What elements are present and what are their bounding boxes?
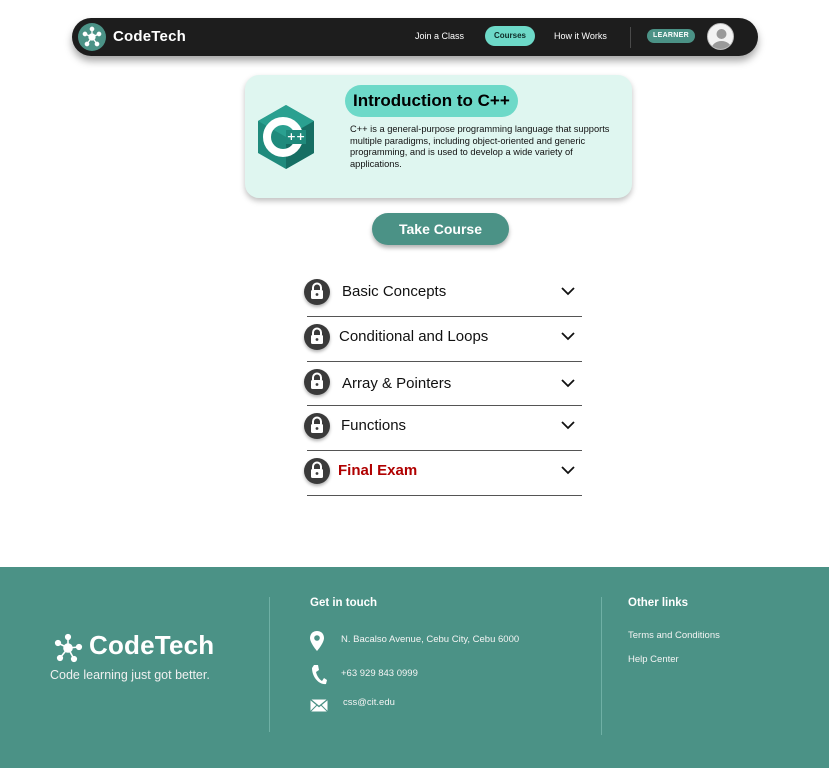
lock-icon bbox=[304, 369, 330, 395]
module-item-functions[interactable]: Functions bbox=[304, 412, 582, 457]
module-label: Array & Pointers bbox=[342, 375, 452, 392]
user-avatar-icon[interactable] bbox=[707, 23, 734, 50]
course-description: C++ is a general-purpose programming lan… bbox=[350, 124, 610, 169]
lock-icon bbox=[304, 279, 330, 305]
top-navbar: CodeTech Join a Class Courses How it Wor… bbox=[72, 18, 758, 56]
footer-link-help-center[interactable]: Help Center bbox=[628, 654, 679, 665]
lock-icon bbox=[304, 458, 330, 484]
other-links-heading: Other links bbox=[628, 597, 689, 609]
lock-icon bbox=[304, 324, 330, 350]
contact-address: N. Bacalso Avenue, Cebu City, Cebu 6000 bbox=[341, 634, 520, 645]
nav-link-join-class[interactable]: Join a Class bbox=[415, 31, 464, 41]
lock-icon bbox=[304, 413, 330, 439]
footer: CodeTech Code learning just got better. … bbox=[0, 567, 829, 768]
chevron-down-icon[interactable] bbox=[561, 377, 575, 389]
nav-brand-name[interactable]: CodeTech bbox=[113, 28, 186, 45]
footer-brand-name: CodeTech bbox=[89, 630, 215, 660]
contact-heading: Get in touch bbox=[310, 597, 378, 609]
take-course-button[interactable]: Take Course bbox=[372, 213, 509, 245]
course-card: ++ Introduction to C++ C++ is a general-… bbox=[245, 75, 632, 198]
module-divider bbox=[307, 495, 582, 496]
cpp-logo-icon: ++ bbox=[256, 103, 316, 171]
network-logo-icon[interactable] bbox=[78, 23, 106, 51]
module-label-final-exam: Final Exam bbox=[338, 462, 418, 479]
module-item-array-pointers[interactable]: Array & Pointers bbox=[304, 368, 582, 413]
contact-email[interactable]: css@cit.edu bbox=[343, 697, 395, 708]
role-badge: LEARNER bbox=[647, 29, 695, 43]
module-divider bbox=[307, 316, 582, 317]
footer-link-terms[interactable]: Terms and Conditions bbox=[628, 630, 720, 641]
contact-phone[interactable]: +63 929 843 0999 bbox=[341, 668, 418, 679]
chevron-down-icon[interactable] bbox=[561, 285, 575, 297]
nav-link-courses[interactable]: Courses bbox=[485, 26, 535, 46]
network-logo-icon bbox=[54, 633, 83, 663]
chevron-down-icon[interactable] bbox=[561, 464, 575, 476]
footer-divider bbox=[601, 597, 602, 735]
module-label: Basic Concepts bbox=[342, 283, 447, 300]
module-label: Conditional and Loops bbox=[339, 328, 489, 345]
location-pin-icon bbox=[310, 631, 324, 651]
module-divider bbox=[307, 450, 582, 451]
mail-icon bbox=[310, 699, 328, 712]
course-title: Introduction to C++ bbox=[345, 85, 518, 117]
phone-icon bbox=[312, 665, 327, 685]
nav-link-how-it-works[interactable]: How it Works bbox=[554, 31, 607, 41]
footer-tagline: Code learning just got better. bbox=[50, 668, 210, 682]
svg-text:++: ++ bbox=[287, 130, 305, 143]
module-divider bbox=[307, 361, 582, 362]
module-item-basic-concepts[interactable]: Basic Concepts bbox=[304, 278, 582, 323]
footer-divider bbox=[269, 597, 270, 732]
module-divider bbox=[307, 405, 582, 406]
chevron-down-icon[interactable] bbox=[561, 330, 575, 342]
chevron-down-icon[interactable] bbox=[561, 419, 575, 431]
module-item-conditional-loops[interactable]: Conditional and Loops bbox=[304, 323, 582, 368]
module-item-final-exam[interactable]: Final Exam bbox=[304, 457, 582, 502]
nav-divider bbox=[630, 27, 631, 48]
module-label: Functions bbox=[341, 417, 407, 434]
